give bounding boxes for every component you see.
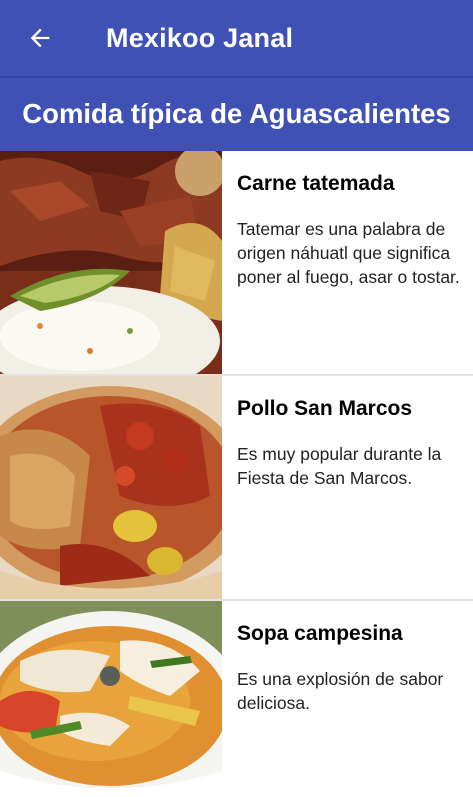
dish-title: Pollo San Marcos xyxy=(237,397,413,420)
list-item-carne-tatemada[interactable]: Carne tatemada Tatemar es una palabra de… xyxy=(0,151,473,376)
dish-title: Sopa campesina xyxy=(237,622,403,645)
pollo-san-marcos-image xyxy=(0,376,222,599)
arrow-back-icon xyxy=(30,28,50,48)
carne-tatemada-image xyxy=(0,151,222,374)
list-item-pollo-san-marcos[interactable]: Pollo San Marcos Es muy popular durante … xyxy=(0,376,473,601)
section-header: Comida típica de Aguascalientes xyxy=(0,76,473,151)
section-title: Comida típica de Aguascalientes xyxy=(22,97,451,129)
list-item-sopa-campesina[interactable]: Sopa campesina Es una explosión de sabor… xyxy=(0,601,473,797)
dish-description: Es muy popular durante la Fiesta de San … xyxy=(237,444,442,488)
dish-description: Tatemar es una palabra de origen náhuatl… xyxy=(237,219,460,287)
sopa-campesina-image xyxy=(0,601,222,797)
app-bar: Mexikoo Janal xyxy=(0,0,473,76)
dish-description: Es una explosión de sabor deliciosa. xyxy=(237,669,444,713)
back-button[interactable] xyxy=(0,0,80,76)
dish-list: Carne tatemada Tatemar es una palabra de… xyxy=(0,151,473,797)
dish-title: Carne tatemada xyxy=(237,172,395,195)
app-title: Mexikoo Janal xyxy=(106,22,294,53)
